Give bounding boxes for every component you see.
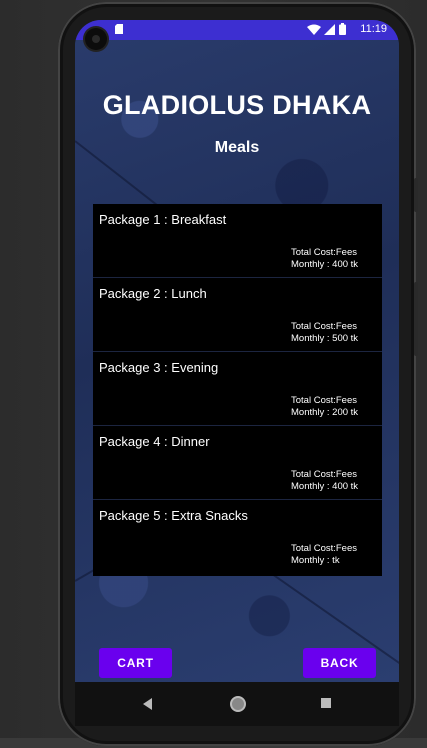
cost-amount: Monthly : 200 tk <box>291 407 359 418</box>
app-screen: 11:19 GLADIOLUS DHAKA Meals Package 1 : … <box>75 20 399 682</box>
list-item[interactable]: Package 1 : Breakfast Total Cost:Fees Mo… <box>93 204 382 278</box>
list-item[interactable]: Package 5 : Extra Snacks Total Cost:Fees… <box>93 500 382 575</box>
package-cost: Total Cost:Fees Monthly : 400 tk <box>291 469 358 493</box>
wifi-icon <box>307 24 321 38</box>
cost-amount: Monthly : 500 tk <box>291 333 359 344</box>
front-camera <box>85 28 107 50</box>
cost-amount: Monthly : tk <box>291 555 340 566</box>
list-item[interactable]: Package 3 : Evening Total Cost:Fees Mont… <box>93 352 382 426</box>
package-list: Package 1 : Breakfast Total Cost:Fees Mo… <box>93 204 382 576</box>
cost-label: Total Cost:Fees <box>291 321 357 332</box>
cost-amount: Monthly : 400 tk <box>291 259 359 270</box>
cost-amount: Monthly : 400 tk <box>291 481 359 492</box>
cost-label: Total Cost:Fees <box>291 247 357 258</box>
list-item[interactable]: Package 4 : Dinner Total Cost:Fees Month… <box>93 426 382 500</box>
back-triangle-icon[interactable] <box>143 698 152 710</box>
battery-icon <box>339 23 346 38</box>
sim-card-icon <box>115 24 123 37</box>
package-cost: Total Cost:Fees Monthly : tk <box>291 543 357 567</box>
package-name: Package 3 : Evening <box>99 360 219 375</box>
page-title: GLADIOLUS DHAKA <box>102 90 372 120</box>
package-cost: Total Cost:Fees Monthly : 500 tk <box>291 321 358 345</box>
power-button <box>414 178 418 212</box>
cost-label: Total Cost:Fees <box>291 395 357 406</box>
package-name: Package 2 : Lunch <box>99 286 207 301</box>
package-cost: Total Cost:Fees Monthly : 200 tk <box>291 395 358 419</box>
recents-square-icon[interactable] <box>321 698 331 708</box>
status-bar: 11:19 <box>75 20 399 40</box>
back-button[interactable]: BACK <box>303 648 376 678</box>
volume-button <box>414 282 418 356</box>
signal-icon <box>324 24 335 38</box>
package-name: Package 5 : Extra Snacks <box>99 508 248 523</box>
package-name: Package 4 : Dinner <box>99 434 210 449</box>
cost-label: Total Cost:Fees <box>291 543 357 554</box>
status-time: 11:19 <box>360 23 387 35</box>
page-subtitle: Meals <box>214 139 260 156</box>
home-circle-icon[interactable] <box>230 696 246 712</box>
cost-label: Total Cost:Fees <box>291 469 357 480</box>
cart-button[interactable]: CART <box>99 648 172 678</box>
list-item[interactable]: Package 2 : Lunch Total Cost:Fees Monthl… <box>93 278 382 352</box>
navigation-bar <box>75 682 399 726</box>
package-name: Package 1 : Breakfast <box>99 212 227 227</box>
package-cost: Total Cost:Fees Monthly : 400 tk <box>291 247 358 271</box>
